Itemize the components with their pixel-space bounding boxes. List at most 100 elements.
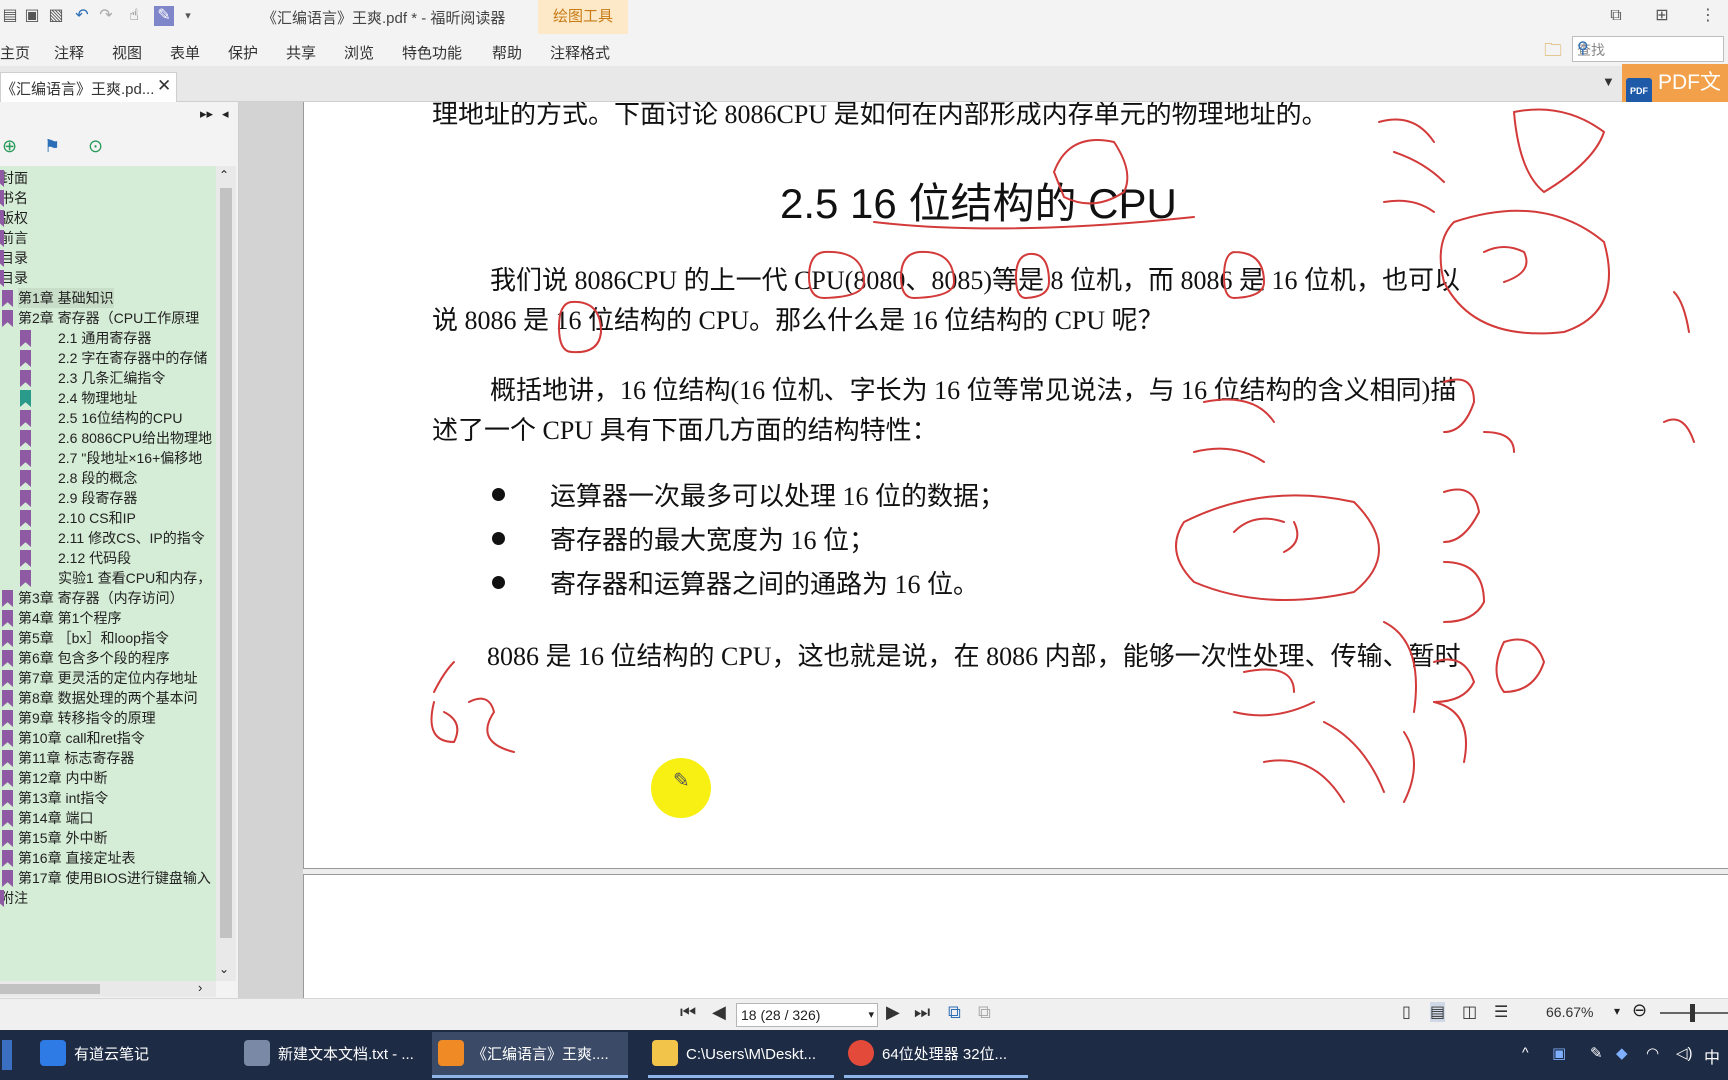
page-number-input[interactable]: 18 (28 / 326) ▾ bbox=[736, 1003, 878, 1027]
tab-list-chevron-icon[interactable]: ▼ bbox=[1602, 74, 1615, 89]
redo-icon[interactable]: ↷ bbox=[96, 6, 116, 26]
menu-browse[interactable]: 浏览 bbox=[344, 42, 374, 63]
chevron-down-icon[interactable]: ▾ bbox=[868, 1004, 874, 1026]
tray-network-icon[interactable]: ▣ bbox=[1552, 1044, 1566, 1062]
menu-form[interactable]: 表单 bbox=[170, 42, 200, 63]
bookmark-item[interactable]: 第10章 call和ret指令 bbox=[18, 728, 145, 748]
wifi-icon[interactable]: ◠ bbox=[1646, 1044, 1659, 1062]
zoom-out-icon[interactable]: ⊖ bbox=[1632, 1000, 1647, 1021]
last-page-icon[interactable]: ⏭ bbox=[914, 1002, 930, 1023]
bookmark-hscroll-thumb[interactable] bbox=[0, 984, 100, 994]
bookmark-item[interactable]: 实验1 查看CPU和内存， bbox=[58, 568, 211, 588]
volume-icon[interactable]: ◁) bbox=[1676, 1044, 1693, 1062]
search-box[interactable]: 查找 ⚲ bbox=[1572, 36, 1724, 62]
zoom-slider-thumb[interactable] bbox=[1690, 1004, 1695, 1022]
taskbar-item-chrome[interactable]: 64位处理器 32位... bbox=[844, 1032, 1028, 1078]
bookmark-item[interactable]: 第14章 端口 bbox=[18, 808, 93, 828]
single-page-icon[interactable]: ▯ bbox=[1402, 1002, 1411, 1022]
add-bookmark-icon[interactable]: ⊕ bbox=[2, 136, 17, 157]
drawing-tools-tab[interactable]: 绘图工具 bbox=[538, 0, 628, 34]
folder-search-icon[interactable]: 🗀 bbox=[1544, 38, 1562, 68]
bookmark-item[interactable]: 2.5 16位结构的CPU bbox=[58, 408, 182, 428]
menu-view[interactable]: 视图 bbox=[112, 42, 142, 63]
bookmark-search-icon[interactable]: ⊙ bbox=[88, 136, 103, 157]
bookmark-item[interactable]: 第3章 寄存器（内存访问） bbox=[18, 588, 184, 608]
bookmark-item[interactable]: 第16章 直接定址表 bbox=[18, 848, 135, 868]
bookmark-item[interactable]: 书名 bbox=[0, 188, 28, 208]
continuous-page-icon[interactable]: ▤ bbox=[1430, 1002, 1446, 1022]
bookmark-item[interactable]: 第9章 转移指令的原理 bbox=[18, 708, 156, 728]
bookmark-item[interactable]: 2.3 几条汇编指令 bbox=[58, 368, 165, 388]
bookmark-item[interactable]: 2.11 修改CS、IP的指令 bbox=[58, 528, 205, 548]
bookmark-item[interactable]: 2.6 8086CPU给出物理地 bbox=[58, 428, 212, 448]
bookmark-item[interactable]: 第6章 包含多个段的程序 bbox=[18, 648, 170, 668]
pdf-next-page[interactable] bbox=[303, 874, 1728, 999]
more-icon[interactable]: ⋮ bbox=[1698, 6, 1718, 26]
tray-chevron-icon[interactable]: ^ bbox=[1522, 1044, 1529, 1060]
scroll-down-icon[interactable]: ⌄ bbox=[219, 962, 229, 976]
bookmark-item[interactable]: 第2章 寄存器（CPU工作原理 bbox=[18, 308, 199, 328]
bookmark-item[interactable]: 前言 bbox=[0, 228, 28, 248]
menu-annotation-format[interactable]: 注释格式 bbox=[550, 42, 610, 63]
bookmark-item[interactable]: 2.8 段的概念 bbox=[58, 468, 137, 488]
bookmark-item[interactable]: 封面 bbox=[0, 168, 28, 188]
pencil-tool-icon[interactable]: ✎ bbox=[154, 6, 174, 26]
bookmark-goto-icon[interactable]: ⚑ bbox=[44, 136, 60, 157]
hand-tool-icon[interactable]: ☝ bbox=[124, 6, 144, 26]
menu-help[interactable]: 帮助 bbox=[492, 42, 522, 63]
bookmark-item[interactable]: 附注 bbox=[0, 888, 28, 908]
bookmark-item[interactable]: 第7章 更灵活的定位内存地址 bbox=[18, 668, 198, 688]
bookmark-item[interactable]: 第11章 标志寄存器 bbox=[18, 748, 134, 768]
previous-page-icon[interactable]: ◀ bbox=[712, 1002, 726, 1023]
scroll-right-icon[interactable]: › bbox=[198, 980, 202, 995]
bookmark-item[interactable]: 第1章 基础知识 bbox=[18, 288, 114, 308]
panel-collapse-icon[interactable]: ◂ bbox=[222, 106, 229, 122]
bookmark-item[interactable]: 2.12 代码段 bbox=[58, 548, 131, 568]
bookmark-item[interactable]: 版权 bbox=[0, 208, 28, 228]
undo-icon[interactable]: ↶ bbox=[72, 6, 92, 26]
chevron-down-icon[interactable]: ▾ bbox=[178, 6, 198, 26]
bookmark-item[interactable]: 2.1 通用寄存器 bbox=[58, 328, 151, 348]
bookmark-item[interactable]: 2.2 字在寄存器中的存储 bbox=[58, 348, 207, 368]
save-icon[interactable]: ▣ bbox=[22, 6, 42, 26]
bookmark-item[interactable]: 目录 bbox=[0, 268, 28, 288]
bookmark-item[interactable]: 2.7 "段地址×16+偏移地 bbox=[58, 448, 202, 468]
menu-share[interactable]: 共享 bbox=[286, 42, 316, 63]
taskbar-item-foxit[interactable]: 《汇编语言》王爽.... bbox=[432, 1032, 628, 1078]
bookmark-item[interactable]: 第15章 外中断 bbox=[18, 828, 107, 848]
document-tab[interactable]: 《汇编语言》王爽.pd... ✕ bbox=[0, 72, 177, 102]
taskbar-item-explorer[interactable]: C:\Users\M\Deskt... bbox=[648, 1032, 834, 1078]
search-icon[interactable]: ⚲ bbox=[1577, 38, 1720, 58]
menu-protect[interactable]: 保护 bbox=[228, 42, 258, 63]
new-icon[interactable]: ▧ bbox=[46, 6, 66, 26]
taskbar-item-youdao[interactable]: 有道云笔记 bbox=[36, 1032, 236, 1078]
taskbar-item-notepad[interactable]: 新建文本文档.txt - ... bbox=[240, 1032, 426, 1078]
bookmark-item[interactable]: 第5章 ［bx］和loop指令 bbox=[18, 628, 169, 648]
ink-annotations[interactable] bbox=[304, 102, 1728, 868]
bookmark-item[interactable]: 2.4 物理地址 bbox=[58, 388, 137, 408]
tray-app-icon[interactable]: ◆ bbox=[1616, 1044, 1628, 1062]
bookmark-item[interactable]: 第8章 数据处理的两个基本问 bbox=[18, 688, 198, 708]
first-page-icon[interactable]: ⏮ bbox=[680, 1002, 696, 1023]
bookmark-item[interactable]: 第17章 使用BIOS进行键盘输入 bbox=[18, 868, 211, 888]
close-icon[interactable]: ✕ bbox=[157, 76, 171, 96]
tray-pen-icon[interactable]: ✎ bbox=[1590, 1044, 1603, 1062]
next-page-icon[interactable]: ▶ bbox=[886, 1002, 900, 1023]
menu-features[interactable]: 特色功能 bbox=[402, 42, 462, 63]
window-restore-icon[interactable]: ⧉ bbox=[1606, 6, 1626, 26]
bookmark-item[interactable]: 2.9 段寄存器 bbox=[58, 488, 137, 508]
bookmark-item[interactable]: 目录 bbox=[0, 248, 28, 268]
bookmark-scroll-thumb[interactable] bbox=[220, 188, 232, 938]
scroll-up-icon[interactable]: ⌃ bbox=[219, 168, 229, 182]
menu-comment[interactable]: 注释 bbox=[54, 42, 84, 63]
ime-indicator[interactable]: 中 bbox=[1704, 1044, 1720, 1068]
start-button-edge[interactable] bbox=[2, 1040, 12, 1070]
menu-home[interactable]: 主页 bbox=[0, 42, 30, 63]
print-icon[interactable]: ▤ bbox=[0, 6, 20, 26]
pdf-convert-button[interactable]: PDF PDF文 bbox=[1622, 64, 1728, 104]
zoom-level[interactable]: 66.67% bbox=[1546, 1004, 1593, 1020]
pdf-page[interactable]: 理地址的方式。下面讨论 8086CPU 是如何在内部形成内存单元的物理地址的。 … bbox=[303, 102, 1728, 869]
bookmark-item[interactable]: 第12章 内中断 bbox=[18, 768, 107, 788]
bookmark-item[interactable]: 2.10 CS和IP bbox=[58, 508, 136, 528]
next-view-icon[interactable]: ⧉ bbox=[978, 1002, 991, 1023]
